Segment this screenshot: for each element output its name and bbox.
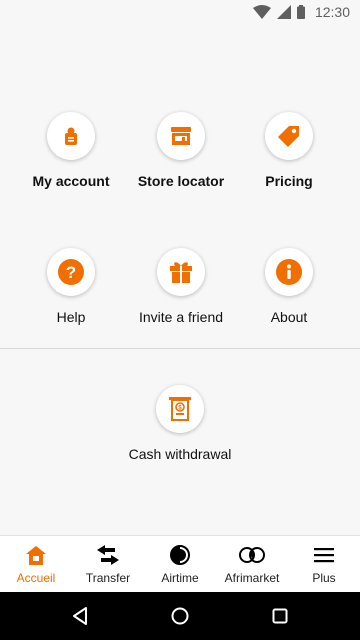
my-account-circle[interactable] xyxy=(47,112,95,160)
tile-cash-withdrawal[interactable]: $ Cash withdrawal xyxy=(120,385,240,462)
menu-row-1: My account Store locator Pricing xyxy=(0,112,360,202)
person-card-icon xyxy=(65,127,77,145)
system-home-button[interactable] xyxy=(168,604,192,628)
android-system-nav xyxy=(0,592,360,640)
svg-text:?: ? xyxy=(66,263,76,282)
pricing-circle[interactable] xyxy=(265,112,313,160)
home-circle-icon xyxy=(171,607,189,625)
nav-label-afrimarket: Afrimarket xyxy=(224,571,280,585)
tile-pricing[interactable]: Pricing xyxy=(229,112,349,189)
tile-label-invite-friend: Invite a friend xyxy=(138,309,224,325)
nav-item-accueil[interactable]: Accueil xyxy=(0,536,72,593)
system-recents-button[interactable] xyxy=(268,604,292,628)
tile-label-my-account: My account xyxy=(32,173,110,189)
nav-label-accueil: Accueil xyxy=(16,571,56,585)
store-icon xyxy=(171,127,191,145)
wifi-icon xyxy=(252,5,271,19)
about-circle[interactable] xyxy=(265,248,313,296)
invite-friend-circle[interactable] xyxy=(157,248,205,296)
menu-row-3: $ Cash withdrawal xyxy=(0,385,360,475)
nav-item-airtime[interactable]: Airtime xyxy=(144,536,216,593)
tile-invite-friend[interactable]: Invite a friend xyxy=(121,248,241,325)
tile-store-locator[interactable]: Store locator xyxy=(121,112,241,189)
nav-item-transfer[interactable]: Transfer xyxy=(72,536,144,593)
info-icon xyxy=(276,259,302,285)
section-divider xyxy=(0,348,360,349)
question-icon: ? xyxy=(58,259,84,285)
nav-item-plus[interactable]: Plus xyxy=(288,536,360,593)
tile-label-pricing: Pricing xyxy=(265,173,313,189)
cell-signal-icon xyxy=(276,5,291,19)
nav-label-airtime: Airtime xyxy=(161,571,199,585)
home-icon xyxy=(26,545,46,565)
tile-label-about: About xyxy=(270,309,308,325)
tile-label-cash-withdrawal: Cash withdrawal xyxy=(128,446,232,462)
status-bar: 12:30 xyxy=(0,0,360,24)
bottom-nav: Accueil Transfer Airtime Afrimarket Plus xyxy=(0,535,360,593)
store-locator-circle[interactable] xyxy=(157,112,205,160)
tile-help[interactable]: ? Help xyxy=(11,248,131,325)
menu-row-2: ? Help Invite a friend About xyxy=(0,248,360,338)
price-tag-icon xyxy=(278,126,299,147)
system-back-button[interactable] xyxy=(68,604,92,628)
menu-icon xyxy=(314,548,334,563)
help-circle[interactable]: ? xyxy=(47,248,95,296)
tile-about[interactable]: About xyxy=(229,248,349,325)
tile-label-help: Help xyxy=(56,309,86,325)
transfer-arrows-icon xyxy=(97,545,119,565)
recents-square-icon xyxy=(272,608,288,624)
status-time: 12:30 xyxy=(314,4,350,20)
back-triangle-icon xyxy=(73,607,87,625)
tile-label-store-locator: Store locator xyxy=(137,173,225,189)
battery-icon xyxy=(296,5,305,19)
nav-label-transfer: Transfer xyxy=(85,571,131,585)
cash-withdrawal-circle[interactable]: $ xyxy=(156,385,204,433)
nav-label-plus: Plus xyxy=(312,571,336,585)
tile-my-account[interactable]: My account xyxy=(11,112,131,189)
gift-icon xyxy=(170,262,192,283)
afrimarket-icon xyxy=(239,547,265,563)
airtime-icon xyxy=(170,545,190,565)
cash-withdrawal-icon: $ xyxy=(169,397,191,421)
nav-item-afrimarket[interactable]: Afrimarket xyxy=(216,536,288,593)
